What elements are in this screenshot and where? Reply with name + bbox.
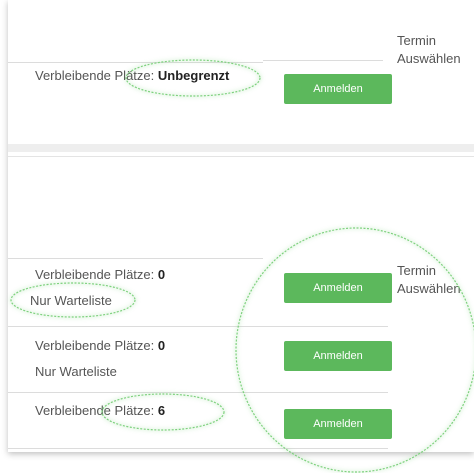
row-divider <box>8 326 388 327</box>
row-divider <box>8 392 388 393</box>
event-list-screenshot: Termin Auswählen Verbleibende Plätze: Un… <box>0 0 474 473</box>
places-value: 0 <box>157 267 166 282</box>
waitlist-note: Nur Warteliste <box>35 364 117 379</box>
places-label: Verbleibende Plätze: <box>35 68 155 83</box>
places-remaining: Verbleibende Plätze: 0 <box>35 267 165 282</box>
places-remaining: Verbleibende Plätze: 0 <box>35 338 165 353</box>
row-divider <box>8 156 474 157</box>
row-divider <box>8 62 263 63</box>
anmelden-button[interactable]: Anmelden <box>284 409 392 439</box>
waitlist-note: Nur Warteliste <box>30 293 112 308</box>
anmelden-button[interactable]: Anmelden <box>284 341 392 371</box>
places-remaining: Verbleibende Plätze: 6 <box>35 403 165 418</box>
row-divider <box>263 60 383 61</box>
anmelden-button[interactable]: Anmelden <box>284 74 392 104</box>
places-value: Unbegrenzt <box>157 68 230 83</box>
places-value: 0 <box>157 338 166 353</box>
places-label: Verbleibende Plätze: <box>35 267 155 282</box>
termin-auswaehlen-label: Termin Auswählen <box>397 33 461 66</box>
places-remaining: Verbleibende Plätze: Unbegrenzt <box>35 68 229 83</box>
anmelden-button[interactable]: Anmelden <box>284 273 392 303</box>
section-separator <box>8 144 474 152</box>
row-divider <box>8 258 263 259</box>
row-divider <box>8 448 388 449</box>
places-label: Verbleibende Plätze: <box>35 338 155 353</box>
places-label: Verbleibende Plätze: <box>35 403 155 418</box>
places-value: 6 <box>157 403 166 418</box>
termin-auswaehlen-label: Termin Auswählen <box>397 263 461 296</box>
